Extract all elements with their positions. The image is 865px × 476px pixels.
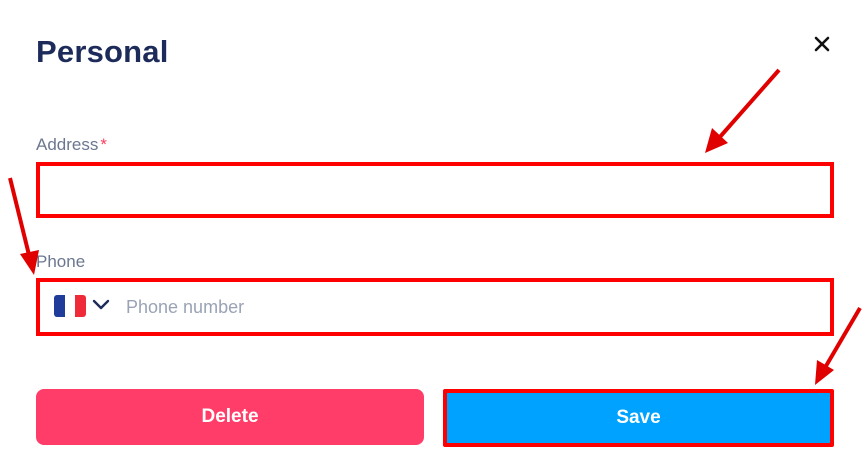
dialog-title: Personal xyxy=(36,34,169,69)
address-label: Address * xyxy=(36,135,107,155)
arrow-to-phone xyxy=(8,177,39,275)
address-label-text: Address xyxy=(36,135,99,154)
close-icon xyxy=(814,36,830,52)
phone-number-input[interactable] xyxy=(124,282,824,332)
required-marker: * xyxy=(100,135,107,154)
phone-field-box xyxy=(36,278,834,336)
close-button[interactable] xyxy=(808,30,836,58)
flag-france-icon xyxy=(54,295,86,317)
delete-button[interactable]: Delete xyxy=(36,389,424,445)
address-input[interactable] xyxy=(52,166,822,214)
phone-label: Phone xyxy=(36,252,86,271)
arrow-to-address xyxy=(705,68,781,153)
chevron-down-icon xyxy=(92,299,110,310)
address-field-box xyxy=(36,162,834,218)
save-button[interactable]: Save xyxy=(443,389,834,447)
country-selector[interactable] xyxy=(40,282,120,332)
